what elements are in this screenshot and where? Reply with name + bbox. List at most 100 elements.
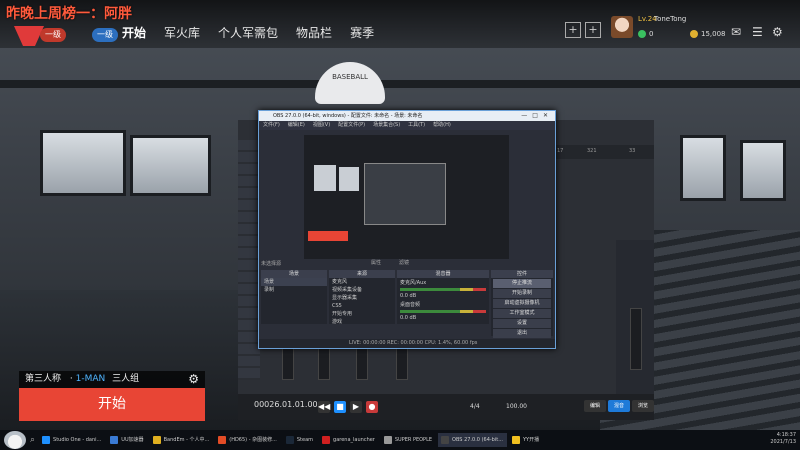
controls-dock: 停止推流 开始录制 启动虚拟摄像机 工作室模式 设置 退出 xyxy=(491,278,553,338)
menu-help[interactable]: 帮助(H) xyxy=(433,121,451,130)
menu-icon[interactable]: ☰ xyxy=(752,25,763,39)
menu-tools[interactable]: 工具(T) xyxy=(408,121,425,130)
start-recording-button[interactable]: 开始录制 xyxy=(493,289,551,298)
settings-button[interactable]: 设置 xyxy=(493,319,551,328)
nav-supplies[interactable]: 个人军需包 xyxy=(218,24,278,41)
rewind-icon[interactable]: ◀◀ xyxy=(318,401,330,413)
clock-time: 4:18:37 xyxy=(776,432,796,438)
source-item[interactable]: 显示器采集 xyxy=(329,294,395,302)
player-name: ToneTong xyxy=(654,15,687,23)
nav-arsenal[interactable]: 军火库 xyxy=(164,24,200,41)
rank-badge: 一级 xyxy=(92,28,118,42)
character-cap: BASEBALL xyxy=(315,62,385,104)
mix-button[interactable]: 混音 xyxy=(608,400,630,412)
mixer-channel-value: 0.0 dB xyxy=(400,293,417,299)
scene-item[interactable]: 场景 xyxy=(261,278,327,286)
menu-edit[interactable]: 编辑(E) xyxy=(288,121,305,130)
source-item[interactable]: CS5 xyxy=(329,302,395,310)
stop-icon[interactable]: ■ xyxy=(334,401,346,413)
scene-item[interactable]: 录制 xyxy=(261,286,327,294)
exit-button[interactable]: 退出 xyxy=(493,329,551,338)
scenes-header: 场景 xyxy=(261,270,327,278)
no-source-label: 未选择源 xyxy=(261,261,282,267)
obs-preview[interactable] xyxy=(304,135,509,259)
source-item[interactable]: 游戏 xyxy=(329,318,395,326)
system-tray[interactable]: 4:18:37 2021/7/13 xyxy=(770,432,796,446)
daw-inspector xyxy=(616,240,654,410)
main-nav: 开始 军火库 个人军需包 物品栏 赛季 xyxy=(122,24,374,41)
rank-badge: 一级 xyxy=(40,28,66,42)
nav-inventory[interactable]: 物品栏 xyxy=(296,24,332,41)
mode-group: 三人组 xyxy=(112,374,140,384)
coin-icon xyxy=(690,30,698,38)
ceiling-rail xyxy=(0,80,800,88)
mixer-channel-name: 桌面音频 xyxy=(400,302,421,308)
timeline-marker: 17 xyxy=(557,148,564,154)
daw-transport: 00026.01.01.00 ◀◀ ■ ▶ ● 4/4 100.00 编辑 混音… xyxy=(238,394,654,420)
currency-b: 15,008 xyxy=(701,30,726,38)
taskbar-item[interactable]: YY开播 xyxy=(509,433,543,447)
nav-start[interactable]: 开始 xyxy=(122,24,146,41)
mode-label: 第三人称 xyxy=(25,374,62,384)
menu-view[interactable]: 视图(V) xyxy=(313,121,330,130)
plus-icon[interactable]: + xyxy=(585,22,601,38)
edit-button[interactable]: 编辑 xyxy=(584,400,606,412)
stop-stream-button[interactable]: 停止推流 xyxy=(493,279,551,288)
menu-file[interactable]: 文件(F) xyxy=(263,121,280,130)
obs-window: OBS 27.0.0 (64-bit, windows) - 配置文件: 未命名… xyxy=(258,110,556,349)
game-topbar: 昨晚上周榜一：阿胖 一级 一级 开始 军火库 个人军需包 物品栏 赛季 + + … xyxy=(0,0,800,48)
taskbar-item[interactable]: SUPER PEOPLE xyxy=(381,433,436,447)
menu-scene-collection[interactable]: 场景集合(S) xyxy=(373,121,400,130)
play-icon[interactable]: ▶ xyxy=(350,401,362,413)
taskbar: ⌕ Studio One - dani... UU加速器 BandEm - 个人中.… xyxy=(0,430,800,450)
record-icon[interactable]: ● xyxy=(366,401,378,413)
mode-selector[interactable]: 第三人称 · 1-MAN 三人组 ⚙ xyxy=(19,371,205,388)
taskbar-item[interactable]: UU加速器 xyxy=(107,433,147,447)
obs-menubar: 文件(F) 编辑(E) 视图(V) 配置文件(P) 场景集合(S) 工具(T) … xyxy=(259,121,555,130)
daw-track-list[interactable] xyxy=(238,140,260,380)
taskbar-item[interactable]: Studio One - dani... xyxy=(39,433,105,447)
avatar[interactable] xyxy=(611,16,633,38)
obs-statusbar: LIVE: 00:00:00 REC: 00:00:00 CPU: 1.4%, … xyxy=(259,339,555,348)
match-panel: 第三人称 · 1-MAN 三人组 ⚙ 开始 xyxy=(19,371,205,423)
gear-icon[interactable]: ⚙ xyxy=(772,25,783,39)
clock-date: 2021/7/13 xyxy=(770,439,796,445)
scenes-dock: 场景 录制 xyxy=(261,278,327,324)
volume-meter[interactable] xyxy=(400,288,486,291)
mail-icon[interactable]: ✉ xyxy=(731,25,741,39)
plus-icon[interactable]: + xyxy=(565,22,581,38)
preview-nested xyxy=(364,163,446,225)
filters-button[interactable]: 滤镜 xyxy=(399,259,409,266)
search-icon[interactable]: ⌕ xyxy=(30,435,35,445)
virtual-camera-button[interactable]: 启动虚拟摄像机 xyxy=(493,299,551,308)
obs-title-text: OBS 27.0.0 (64-bit, windows) - 配置文件: 未命名… xyxy=(273,113,423,119)
preview-window xyxy=(339,167,359,191)
window-left-2 xyxy=(130,135,211,196)
nav-season[interactable]: 赛季 xyxy=(350,24,374,41)
menu-profile[interactable]: 配置文件(P) xyxy=(338,121,365,130)
gem-icon xyxy=(638,30,646,38)
obs-titlebar: OBS 27.0.0 (64-bit, windows) - 配置文件: 未命名… xyxy=(259,111,555,121)
gear-icon[interactable]: ⚙ xyxy=(188,371,199,388)
sources-header: 来源 xyxy=(329,270,395,278)
main-fader[interactable] xyxy=(630,308,642,370)
stream-title: 昨晚上周榜一：阿胖 xyxy=(6,6,132,22)
mixer-dock: 麦克风/Aux 0.0 dB 桌面音频 0.0 dB xyxy=(397,278,489,324)
taskbar-item[interactable]: Steam xyxy=(283,433,317,447)
studio-mode-button[interactable]: 工作室模式 xyxy=(493,309,551,318)
taskbar-item[interactable]: BandEm - 个人中... xyxy=(150,433,214,447)
browse-button[interactable]: 浏览 xyxy=(632,400,654,412)
start-button[interactable]: 开始 xyxy=(19,388,205,421)
sources-dock: 麦克风 视频采集设备 显示器采集 CS5 开始专用 游戏 xyxy=(329,278,395,326)
source-item[interactable]: 开始专用 xyxy=(329,310,395,318)
window-controls[interactable]: —□✕ xyxy=(521,111,553,121)
source-item[interactable]: 视频采集设备 xyxy=(329,286,395,294)
taskbar-item[interactable]: OBS 27.0.0 (64-bit... xyxy=(438,433,507,447)
properties-button[interactable]: 属性 xyxy=(371,259,381,266)
source-item[interactable]: 麦克风 xyxy=(329,278,395,286)
transport-time: 00026.01.01.00 xyxy=(254,400,318,409)
volume-meter[interactable] xyxy=(400,310,486,313)
mixer-channel-value: 0.0 dB xyxy=(400,315,417,321)
taskbar-item[interactable]: (HD65) - 杂图装修... xyxy=(215,433,281,447)
taskbar-item[interactable]: garena_launcher xyxy=(319,433,379,447)
